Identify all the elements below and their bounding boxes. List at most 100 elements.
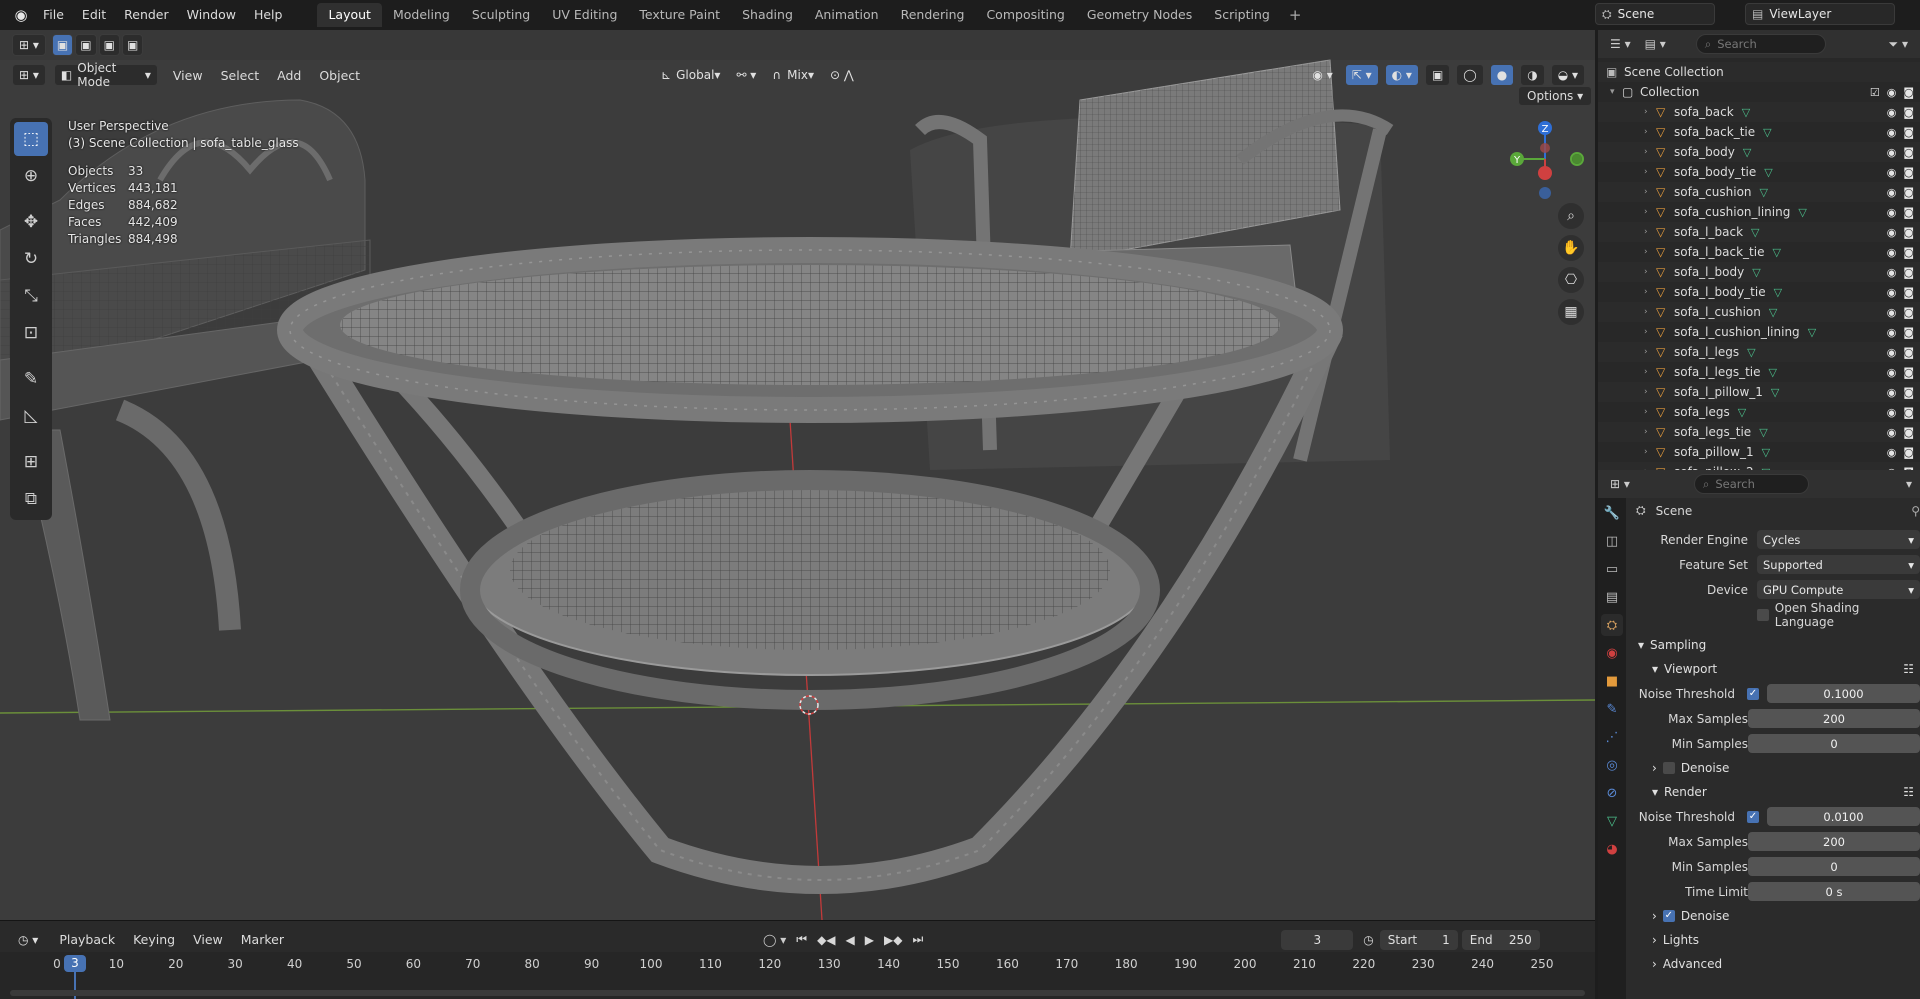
expand-arrow-icon[interactable]: › [1644, 327, 1656, 337]
add-object-tool-icon[interactable]: ⧉ [14, 482, 48, 516]
select-extend-icon[interactable]: ▣ [75, 34, 97, 56]
jump-end-icon[interactable]: ⏭ [912, 932, 923, 947]
material-tab-icon[interactable]: ◕ [1601, 838, 1623, 860]
add-workspace-icon[interactable]: + [1281, 6, 1310, 24]
timeline-menu-marker[interactable]: Marker [232, 932, 293, 947]
outliner-object-row[interactable]: › ▽ sofa_l_body_tie ▽ ◉ ◙ [1598, 282, 1920, 302]
next-keyframe-icon[interactable]: ▶◆ [884, 933, 902, 947]
sampling-panel-header[interactable]: ▾ Sampling [1630, 633, 1920, 657]
tab-uv-editing[interactable]: UV Editing [541, 3, 628, 27]
list-menu-icon[interactable]: ☷ [1903, 662, 1914, 676]
expand-arrow-icon[interactable]: › [1644, 147, 1656, 157]
xray-toggle-icon[interactable]: ▣ [1424, 64, 1451, 86]
grid-perspective-icon[interactable]: ▦ [1558, 299, 1584, 325]
vp-min-samples-field[interactable]: 0 [1748, 734, 1920, 753]
viewport-menu-add[interactable]: Add [268, 68, 310, 83]
camera-icon[interactable]: ◙ [1903, 86, 1914, 99]
timeline[interactable]: 10 20 30 40 50 60 70 80 90 100 110 120 130 140 150 160 1… [0, 952, 1595, 999]
timeline-menu-view[interactable]: View [184, 932, 232, 947]
advanced-subpanel[interactable]: › Advanced [1630, 952, 1920, 976]
camera-icon[interactable]: ◙ [1903, 346, 1914, 359]
constraints-tab-icon[interactable]: ⊘ [1601, 782, 1623, 804]
tab-animation[interactable]: Animation [804, 3, 890, 27]
timeline-scrollbar[interactable] [10, 990, 1585, 996]
measure-tool-icon[interactable]: ◺ [14, 399, 48, 433]
tab-geometry-nodes[interactable]: Geometry Nodes [1076, 3, 1203, 27]
physics-tab-icon[interactable]: ◎ [1601, 754, 1623, 776]
eye-icon[interactable]: ◉ [1887, 306, 1897, 319]
editor-type-button[interactable]: ⊞ ▾ [12, 34, 46, 56]
collection-row[interactable]: ▾ ▢ Collection ☑ ◉ ◙ [1598, 82, 1920, 102]
expand-arrow-icon[interactable]: › [1644, 267, 1656, 277]
outliner-object-row[interactable]: › ▽ sofa_cushion_lining ▽ ◉ ◙ [1598, 202, 1920, 222]
feature-set-dropdown[interactable]: Supported ▾ [1757, 555, 1920, 574]
navigation-gizmo[interactable]: Z Y [1505, 118, 1585, 200]
outliner-object-row[interactable]: › ▽ sofa_l_legs_tie ▽ ◉ ◙ [1598, 362, 1920, 382]
outliner-object-row[interactable]: › ▽ sofa_back_tie ▽ ◉ ◙ [1598, 122, 1920, 142]
viewport-menu-object[interactable]: Object [310, 68, 369, 83]
expand-arrow-icon[interactable]: › [1644, 307, 1656, 317]
proportional-edit-toggle[interactable]: ⊙ ⋀ [824, 64, 860, 86]
vp-noise-threshold-field[interactable]: 0.1000 [1767, 684, 1920, 703]
timeline-menu-keying[interactable]: Keying [124, 932, 184, 947]
visibility-icon[interactable]: ◉ ▾ [1306, 64, 1338, 86]
outliner-object-row[interactable]: › ▽ sofa_back ▽ ◉ ◙ [1598, 102, 1920, 122]
expand-arrow-icon[interactable]: › [1644, 367, 1656, 377]
scene-collection-row[interactable]: ▣ Scene Collection [1598, 62, 1920, 82]
r-denoise-checkbox[interactable]: ✓ [1662, 910, 1675, 922]
scene-tab-icon[interactable]: ⛭ [1601, 614, 1623, 636]
list-menu-icon[interactable]: ☷ [1903, 785, 1914, 799]
zoom-icon[interactable]: ⌕ [1558, 203, 1584, 229]
select-box-tool-icon[interactable]: ⬚ [14, 122, 48, 156]
r-max-samples-field[interactable]: 200 [1748, 832, 1920, 851]
properties-editor-icon[interactable]: ⊞ ▾ [1610, 477, 1630, 491]
camera-icon[interactable]: ◙ [1903, 126, 1914, 139]
expand-arrow-icon[interactable]: › [1644, 207, 1656, 217]
display-mode-icon[interactable]: ▤ ▾ [1645, 37, 1666, 51]
move-tool-icon[interactable]: ✥ [14, 205, 48, 239]
camera-icon[interactable]: ◙ [1903, 246, 1914, 259]
tab-modeling[interactable]: Modeling [382, 3, 461, 27]
camera-icon[interactable]: ◙ [1903, 326, 1914, 339]
end-frame-field[interactable]: End 250 [1461, 929, 1540, 950]
scene-field[interactable]: ⛭ Scene [1595, 3, 1715, 25]
eye-icon[interactable]: ◉ [1887, 446, 1897, 459]
eye-icon[interactable]: ◉ [1887, 246, 1897, 259]
eye-icon[interactable]: ◉ [1887, 286, 1897, 299]
tab-scripting[interactable]: Scripting [1203, 3, 1281, 27]
r-noise-threshold-checkbox[interactable]: ✓ [1747, 810, 1759, 823]
snap-dropdown[interactable]: ∩ Mix ▾ [766, 64, 820, 86]
object-tab-icon[interactable]: ■ [1601, 670, 1623, 692]
timeline-editor-type-icon[interactable]: ◷ ▾ [12, 929, 44, 951]
outliner-object-row[interactable]: › ▽ sofa_l_pillow_1 ▽ ◉ ◙ [1598, 382, 1920, 402]
expand-arrow-icon[interactable]: › [1644, 187, 1656, 197]
eye-icon[interactable]: ◉ [1887, 206, 1897, 219]
eye-icon[interactable]: ◉ [1887, 386, 1897, 399]
gizmo-toggle-icon[interactable]: ⇱ ▾ [1344, 64, 1379, 86]
expand-arrow-icon[interactable]: › [1644, 227, 1656, 237]
camera-icon[interactable]: ◙ [1903, 386, 1914, 399]
tool-tab-icon[interactable]: 🔧 [1601, 502, 1623, 524]
transform-tool-icon[interactable]: ⊡ [14, 316, 48, 350]
rendered-shading-icon[interactable]: ◒ ▾ [1550, 64, 1585, 86]
camera-icon[interactable]: ◙ [1903, 366, 1914, 379]
camera-icon[interactable]: ◙ [1903, 106, 1914, 119]
expand-arrow-icon[interactable]: › [1644, 427, 1656, 437]
camera-icon[interactable]: ◙ [1903, 226, 1914, 239]
vp-max-samples-field[interactable]: 200 [1748, 709, 1920, 728]
render-subpanel-header[interactable]: ▾ Render ☷ [1630, 780, 1920, 804]
play-icon[interactable]: ▶ [865, 933, 874, 947]
expand-arrow-icon[interactable]: › [1644, 347, 1656, 357]
select-box-mode-icon[interactable]: ▣ [51, 34, 74, 56]
device-dropdown[interactable]: GPU Compute ▾ [1757, 580, 1920, 599]
expand-arrow-icon[interactable]: › [1644, 107, 1656, 117]
eye-icon[interactable]: ◉ [1887, 226, 1897, 239]
outliner-object-row[interactable]: › ▽ sofa_legs ▽ ◉ ◙ [1598, 402, 1920, 422]
expand-arrow-icon[interactable]: › [1644, 127, 1656, 137]
eye-icon[interactable]: ◉ [1887, 326, 1897, 339]
chevron-down-icon[interactable]: ▾ [1906, 477, 1912, 491]
rotate-tool-icon[interactable]: ↻ [14, 242, 48, 276]
outliner-object-row[interactable]: › ▽ sofa_l_back_tie ▽ ◉ ◙ [1598, 242, 1920, 262]
eye-icon[interactable]: ◉ [1887, 86, 1897, 99]
filter-icon[interactable]: ⏷ ▾ [1889, 37, 1908, 52]
